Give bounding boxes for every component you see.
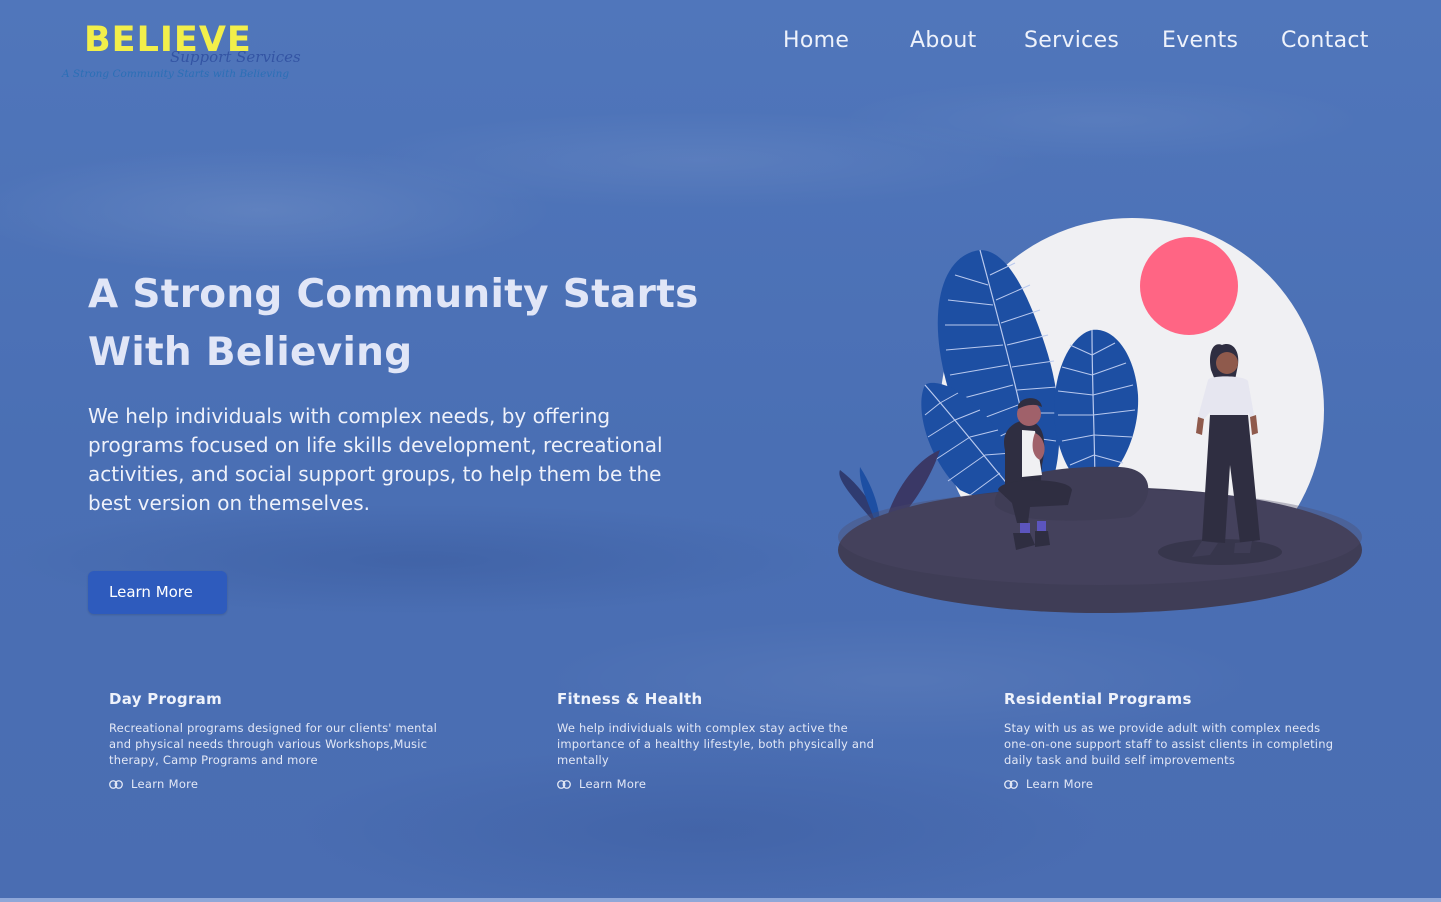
card-fitness-health: Fitness & Health We help individuals wit… [557,690,902,791]
card-day-program: Day Program Recreational programs design… [109,690,454,791]
card-learn-more-link[interactable]: Learn More [557,777,902,791]
link-icon [557,779,571,789]
logo-tagline: A Strong Community Starts with Believing [62,68,290,80]
card-text: Stay with us as we provide adult with co… [1004,721,1334,767]
logo[interactable]: BELIEVE Support Services A Strong Commun… [62,20,307,84]
card-learn-more-link[interactable]: Learn More [1004,777,1349,791]
learn-more-button[interactable]: Learn More [88,571,227,614]
nav-home[interactable]: Home [783,28,849,53]
card-link-label[interactable]: Learn More [131,777,198,791]
card-title: Fitness & Health [557,690,703,708]
hero-illustration [838,218,1362,613]
bottom-border [0,898,1441,902]
nav-services[interactable]: Services [1024,28,1119,53]
sun-circle [1140,237,1238,335]
nav-events[interactable]: Events [1162,28,1238,53]
card-link-label[interactable]: Learn More [579,777,646,791]
card-learn-more-link[interactable]: Learn More [109,777,454,791]
card-title: Day Program [109,690,222,708]
card-title: Residential Programs [1004,690,1192,708]
link-icon [1004,779,1018,789]
card-text: We help individuals with complex stay ac… [557,721,875,767]
hero-title: A Strong Community Starts With Believing [88,266,728,382]
card-text: Recreational programs designed for our c… [109,721,437,767]
card-residential-programs: Residential Programs Stay with us as we … [1004,690,1349,791]
nav-contact[interactable]: Contact [1281,28,1369,53]
hero-title-line1: A Strong Community Starts [88,272,699,317]
hero-description: We help individuals with complex needs, … [88,404,663,515]
logo-script: Support Services [170,48,301,66]
card-link-label[interactable]: Learn More [1026,777,1093,791]
link-icon [109,779,123,789]
hero-title-line2: With Believing [88,330,413,375]
nav-about[interactable]: About [910,28,977,53]
